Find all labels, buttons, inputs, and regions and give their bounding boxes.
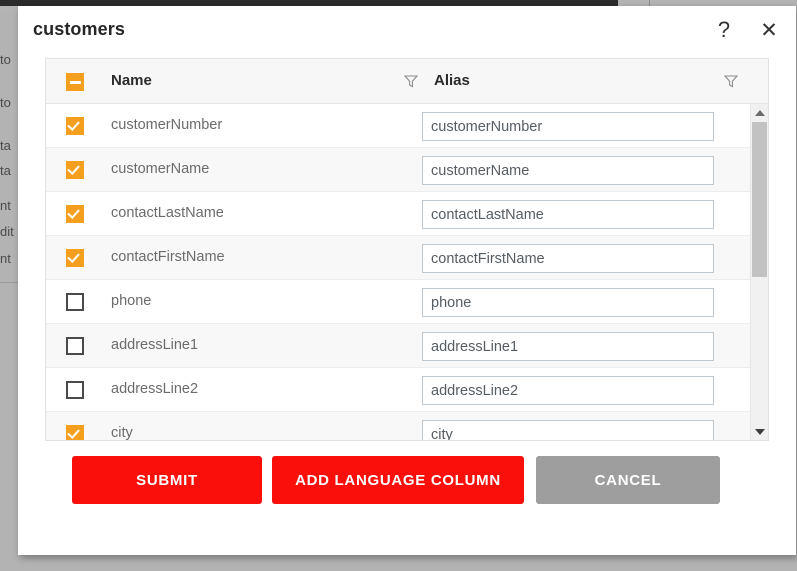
- column-name-label: customerName: [111, 161, 210, 177]
- up-triangle-glyph: [754, 109, 765, 116]
- close-x-icon[interactable]: ✕: [755, 16, 783, 44]
- column-name-label: phone: [111, 293, 152, 309]
- scroll-up-arrow-icon[interactable]: [751, 104, 768, 121]
- row-select-checkbox[interactable]: [66, 117, 84, 135]
- table-row: phone phone: [46, 280, 768, 324]
- table-row: addressLine2 addressLine2: [46, 368, 768, 412]
- submit-button[interactable]: SUBMIT: [72, 456, 262, 504]
- page-title: customers: [33, 19, 125, 39]
- alias-input[interactable]: contactFirstName: [422, 244, 714, 273]
- alias-input[interactable]: addressLine1: [422, 332, 714, 361]
- filter-funnel-icon-name[interactable]: [403, 74, 419, 88]
- column-header-name: Name: [111, 72, 152, 89]
- table-row: addressLine1 addressLine1: [46, 324, 768, 368]
- checkmark-icon: [67, 426, 80, 439]
- indeterminate-dash-icon: [69, 80, 81, 84]
- alias-input[interactable]: addressLine2: [422, 376, 714, 405]
- row-select-checkbox[interactable]: [66, 381, 84, 399]
- column-name-label: city: [111, 425, 133, 440]
- alias-input[interactable]: customerNumber: [422, 112, 714, 141]
- help-glyph: ?: [717, 17, 731, 42]
- row-select-checkbox[interactable]: [66, 425, 84, 440]
- checkmark-icon: [67, 118, 80, 131]
- table-header-row: Name Alias: [46, 59, 768, 104]
- row-select-checkbox[interactable]: [66, 161, 84, 179]
- row-select-checkbox[interactable]: [66, 337, 84, 355]
- checkmark-icon: [67, 206, 80, 219]
- column-name-label: addressLine1: [111, 337, 199, 353]
- row-select-checkbox[interactable]: [66, 205, 84, 223]
- table-row: customerName customerName: [46, 148, 768, 192]
- row-select-checkbox[interactable]: [66, 249, 84, 267]
- vertical-scrollbar[interactable]: [750, 104, 768, 440]
- add-language-column-button[interactable]: ADD LANGUAGE COLUMN: [272, 456, 524, 504]
- checkmark-icon: [67, 162, 80, 175]
- close-glyph: ✕: [760, 18, 778, 42]
- column-name-label: contactLastName: [111, 205, 224, 221]
- cancel-button[interactable]: CANCEL: [536, 456, 720, 504]
- column-name-label: customerNumber: [111, 117, 223, 133]
- alias-input[interactable]: phone: [422, 288, 714, 317]
- table-row: city city: [46, 412, 768, 440]
- select-all-checkbox[interactable]: [66, 73, 84, 91]
- table-row: customerNumber customerNumber: [46, 104, 768, 148]
- columns-table: Name Alias customerNumber customerNumber c…: [45, 58, 769, 441]
- table-row: contactLastName contactLastName: [46, 192, 768, 236]
- row-select-checkbox[interactable]: [66, 293, 84, 311]
- down-triangle-glyph: [754, 428, 765, 435]
- help-question-icon[interactable]: ?: [710, 16, 738, 44]
- alias-input[interactable]: customerName: [422, 156, 714, 185]
- table-body: customerNumber customerNumber customerName…: [46, 104, 768, 440]
- scroll-down-arrow-icon[interactable]: [751, 423, 768, 440]
- alias-input[interactable]: city: [422, 420, 714, 440]
- column-name-label: contactFirstName: [111, 249, 225, 265]
- filter-funnel-icon-alias[interactable]: [723, 74, 739, 88]
- dialog-button-bar: SUBMIT ADD LANGUAGE COLUMN CANCEL: [18, 456, 796, 526]
- table-row: contactFirstName contactFirstName: [46, 236, 768, 280]
- column-name-label: addressLine2: [111, 381, 199, 397]
- alias-input[interactable]: contactLastName: [422, 200, 714, 229]
- customers-dialog: customers ? ✕ Name Alias customerNumber …: [18, 6, 796, 555]
- checkmark-icon: [67, 250, 80, 263]
- column-header-alias: Alias: [434, 72, 470, 89]
- dialog-header: customers ? ✕: [18, 6, 796, 54]
- scrollbar-thumb[interactable]: [752, 122, 767, 277]
